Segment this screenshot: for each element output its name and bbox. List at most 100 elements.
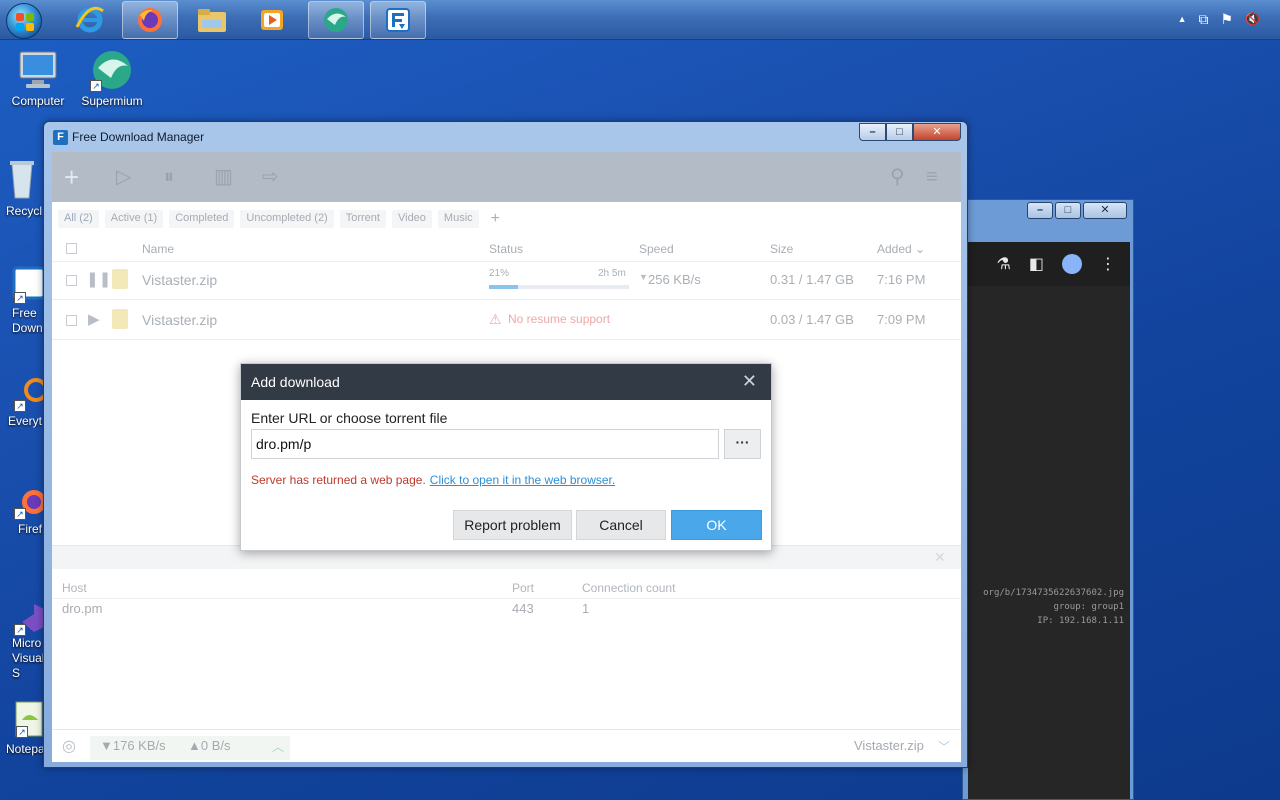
- expand-up-icon[interactable]: ︿: [272, 738, 284, 755]
- desktop-icon-recycle-bin[interactable]: Recycl: [0, 158, 42, 218]
- column-speed[interactable]: Speed: [639, 242, 674, 256]
- close-button[interactable]: ✕: [913, 123, 961, 141]
- close-icon[interactable]: ✕: [742, 371, 757, 392]
- details-panel: ✕ Host Port Connection count dro.pm 443 …: [52, 545, 961, 755]
- select-all-checkbox[interactable]: [66, 243, 77, 254]
- download-row[interactable]: ❚❚ Vistaster.zip 21% 2h 5m ▼ 256 KB/s 0.…: [52, 260, 961, 300]
- desktop-icon-visual-studio[interactable]: ↗ Micro Visual S: [4, 600, 46, 681]
- filter-all[interactable]: All (2): [58, 210, 99, 228]
- fdm-app-icon: F: [53, 130, 68, 145]
- desktop-icon-free-download-manager[interactable]: ↗ Free Down: [6, 266, 46, 336]
- desktop-icon-notepad[interactable]: ↗ Notepa: [4, 700, 46, 756]
- desktop-icon-firefox[interactable]: ↗ Firef: [6, 482, 46, 536]
- log-line: org/b/1734735622637602.jpg: [983, 588, 1124, 598]
- add-download-dialog[interactable]: Add download ✕ Enter URL or choose torre…: [240, 363, 772, 551]
- resume-icon[interactable]: ▶: [88, 310, 100, 328]
- current-download-name[interactable]: Vistaster.zip: [854, 738, 924, 753]
- windows-logo-icon: [16, 13, 34, 31]
- menu-icon[interactable]: ≡: [926, 166, 938, 188]
- status-bar: ◎ ▼176 KB/s ▲0 B/s ︿ Vistaster.zip ﹀: [52, 729, 961, 762]
- sidebar-icon[interactable]: ◧: [1029, 254, 1044, 274]
- background-browser-window[interactable]: – □ ✕ ⚗ ◧ ⋮ org/b/1734735622637602.jpg g…: [962, 199, 1134, 800]
- filter-completed[interactable]: Completed: [169, 210, 235, 228]
- taskbar-file-explorer[interactable]: [184, 1, 240, 39]
- cancel-button[interactable]: Cancel: [576, 510, 666, 540]
- start-button[interactable]: [6, 3, 42, 39]
- taskbar-free-download-manager[interactable]: [370, 1, 426, 39]
- error-text: Server has returned a web page.: [251, 473, 426, 487]
- minimize-button[interactable]: –: [1027, 202, 1053, 219]
- host-value: dro.pm: [62, 601, 103, 616]
- log-line: group: group1: [1053, 602, 1124, 612]
- column-status[interactable]: Status: [489, 242, 523, 256]
- speed-limiter-icon[interactable]: ◎: [62, 736, 76, 756]
- filter-music[interactable]: Music: [437, 210, 479, 228]
- media-player-icon: [261, 10, 283, 30]
- download-speed: 256 KB/s: [648, 272, 701, 287]
- speed-down-icon: ▼: [639, 272, 648, 282]
- table-header: Name Status Speed Size Added ⌄: [52, 236, 961, 262]
- taskbar-firefox[interactable]: [122, 1, 178, 39]
- add-filter-icon[interactable]: +: [485, 210, 506, 228]
- visual-studio-icon: ↗: [4, 600, 46, 636]
- open-in-browser-link[interactable]: Click to open it in the web browser.: [430, 473, 615, 487]
- maximize-button[interactable]: □: [886, 123, 913, 141]
- menu-icon[interactable]: ⋮: [1100, 254, 1116, 274]
- flask-icon[interactable]: ⚗: [997, 254, 1011, 274]
- search-icon[interactable]: ⚲: [890, 166, 905, 188]
- filter-active[interactable]: Active (1): [104, 210, 164, 228]
- window-title: Free Download Manager: [72, 130, 205, 144]
- fdm-toolbar: + ▷ ⏸ ▥ ⇨ ⚲ ≡: [52, 152, 961, 202]
- row-checkbox[interactable]: [66, 315, 77, 326]
- warning-icon: ⚠: [489, 311, 502, 327]
- move-icon[interactable]: ⇨: [262, 166, 279, 188]
- minimize-button[interactable]: –: [859, 123, 886, 141]
- taskbar-internet-explorer[interactable]: [62, 1, 118, 39]
- maximize-button[interactable]: □: [1055, 202, 1081, 219]
- total-upload-speed: ▲0 B/s: [188, 738, 231, 753]
- volume-muted-icon[interactable]: 🔇: [1245, 10, 1260, 28]
- desktop-icon-everything[interactable]: ↗ Everyt: [6, 374, 48, 428]
- computer-icon: [16, 48, 60, 92]
- column-size[interactable]: Size: [770, 242, 793, 256]
- taskbar-supermium[interactable]: [308, 1, 364, 39]
- pause-icon[interactable]: ⏸: [164, 166, 174, 188]
- download-added: 7:09 PM: [877, 312, 926, 327]
- close-details-icon[interactable]: ✕: [934, 549, 946, 566]
- connection-count-value: 1: [582, 601, 590, 616]
- show-hidden-icons-icon[interactable]: ▲: [1178, 10, 1187, 28]
- column-added[interactable]: Added ⌄: [877, 242, 925, 256]
- url-label: Enter URL or choose torrent file: [251, 410, 448, 426]
- filter-torrent[interactable]: Torrent: [339, 210, 386, 228]
- stop-icon[interactable]: ▥: [214, 166, 233, 188]
- everything-search-icon: ↗: [6, 374, 48, 414]
- row-checkbox[interactable]: [66, 275, 77, 286]
- action-center-flag-icon[interactable]: ⚑: [1220, 10, 1233, 28]
- add-download-icon[interactable]: +: [64, 164, 79, 190]
- desktop-icon-computer[interactable]: Computer: [0, 48, 78, 108]
- ok-button[interactable]: OK: [671, 510, 762, 540]
- system-tray: ▲ ⧉ ⚑ 🔇: [1178, 10, 1260, 28]
- expand-down-icon[interactable]: ﹀: [938, 738, 950, 755]
- error-message: Server has returned a web page. Click to …: [251, 473, 615, 487]
- network-icon[interactable]: ⧉: [1198, 10, 1208, 28]
- column-name[interactable]: Name: [142, 242, 174, 256]
- internet-explorer-icon: [75, 6, 104, 33]
- report-problem-button[interactable]: Report problem: [453, 510, 572, 540]
- download-added: 7:16 PM: [877, 272, 926, 287]
- desktop-icon-supermium[interactable]: ↗ Supermium: [72, 48, 152, 108]
- log-line: IP: 192.168.1.11: [1037, 616, 1124, 626]
- resume-icon[interactable]: ▷: [116, 166, 131, 188]
- pause-icon[interactable]: ❚❚: [86, 270, 111, 288]
- close-button[interactable]: ✕: [1083, 202, 1127, 219]
- taskbar-media-player[interactable]: [244, 1, 300, 39]
- browse-torrent-button[interactable]: ···: [724, 429, 761, 459]
- download-row[interactable]: ▶ Vistaster.zip ⚠ No resume support 0.03…: [52, 300, 961, 340]
- shortcut-arrow-icon: ↗: [14, 508, 26, 520]
- filter-video[interactable]: Video: [391, 210, 432, 228]
- zip-file-icon: [112, 269, 128, 289]
- download-size: 0.31 / 1.47 GB: [770, 272, 854, 287]
- url-input[interactable]: [251, 429, 719, 459]
- profile-icon[interactable]: [1062, 254, 1082, 274]
- filter-uncompleted[interactable]: Uncompleted (2): [240, 210, 334, 228]
